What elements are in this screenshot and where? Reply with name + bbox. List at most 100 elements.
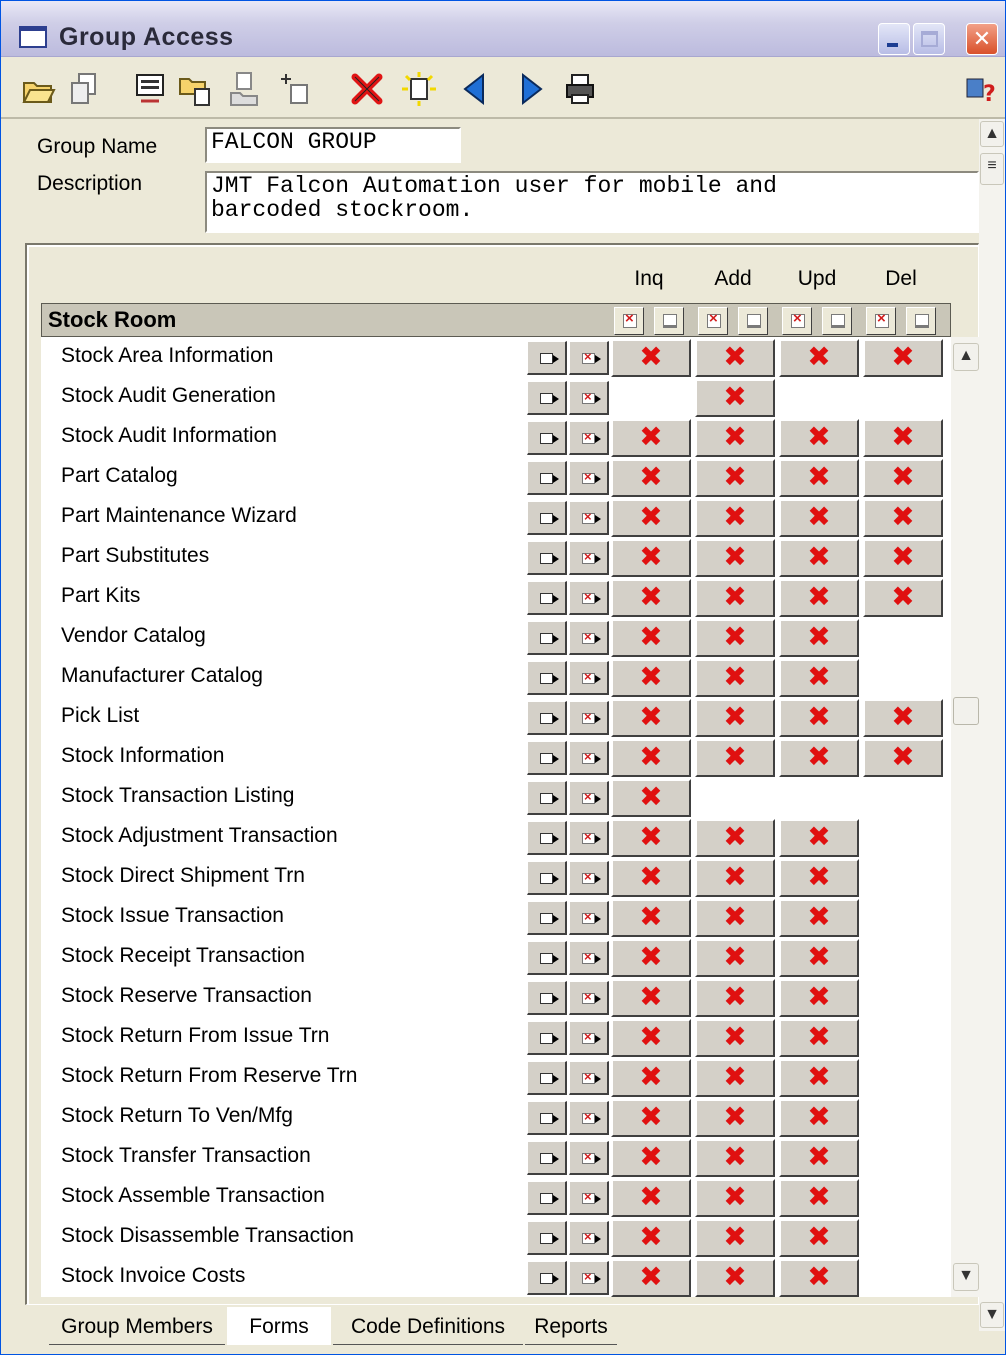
permission-inq-checkbox[interactable]: ✖ [611, 979, 691, 1017]
copy-icon[interactable] [67, 71, 103, 107]
permission-upd-checkbox[interactable]: ✖ [779, 1099, 859, 1137]
tab-reports[interactable]: Reports [525, 1307, 617, 1345]
next-icon[interactable] [513, 71, 549, 107]
row-open-button[interactable] [527, 741, 567, 775]
upd-set-all-button[interactable] [822, 307, 852, 335]
row-clear-button[interactable] [569, 1021, 609, 1055]
row-open-button[interactable] [527, 461, 567, 495]
permission-add-checkbox[interactable]: ✖ [695, 899, 775, 937]
upd-clear-all-button[interactable] [782, 307, 812, 335]
del-set-all-button[interactable] [906, 307, 936, 335]
permission-upd-checkbox[interactable]: ✖ [779, 539, 859, 577]
permission-add-checkbox[interactable]: ✖ [695, 819, 775, 857]
description-field[interactable]: JMT Falcon Automation user for mobile an… [205, 171, 979, 233]
permission-add-checkbox[interactable]: ✖ [695, 1099, 775, 1137]
row-open-button[interactable] [527, 381, 567, 415]
row-clear-button[interactable] [569, 1261, 609, 1295]
permission-upd-checkbox[interactable]: ✖ [779, 619, 859, 657]
help-icon[interactable]: ? [965, 71, 1001, 107]
row-clear-button[interactable] [569, 341, 609, 375]
permission-add-checkbox[interactable]: ✖ [695, 419, 775, 457]
row-clear-button[interactable] [569, 1101, 609, 1135]
add-icon[interactable] [277, 71, 313, 107]
permission-upd-checkbox[interactable]: ✖ [779, 1179, 859, 1217]
permission-upd-checkbox[interactable]: ✖ [779, 819, 859, 857]
permission-add-checkbox[interactable]: ✖ [695, 1259, 775, 1297]
grid-scrollbar[interactable]: ▲ ▼ [951, 337, 981, 1297]
permission-inq-checkbox[interactable]: ✖ [611, 339, 691, 377]
row-open-button[interactable] [527, 1181, 567, 1215]
open-file-icon[interactable] [177, 71, 213, 107]
row-open-button[interactable] [527, 981, 567, 1015]
close-button[interactable]: ✕ [966, 23, 998, 55]
delete-icon[interactable] [349, 71, 385, 107]
permission-upd-checkbox[interactable]: ✖ [779, 939, 859, 977]
permission-upd-checkbox[interactable]: ✖ [779, 579, 859, 617]
permission-inq-checkbox[interactable]: ✖ [611, 1099, 691, 1137]
permission-upd-checkbox[interactable]: ✖ [779, 1259, 859, 1297]
permission-inq-checkbox[interactable]: ✖ [611, 899, 691, 937]
permission-inq-checkbox[interactable]: ✖ [611, 659, 691, 697]
permission-add-checkbox[interactable]: ✖ [695, 939, 775, 977]
title-bar[interactable]: Group Access ✕ [1, 1, 1005, 57]
form-icon[interactable] [133, 71, 169, 107]
permission-inq-checkbox[interactable]: ✖ [611, 779, 691, 817]
row-clear-button[interactable] [569, 501, 609, 535]
row-clear-button[interactable] [569, 661, 609, 695]
permission-inq-checkbox[interactable]: ✖ [611, 1059, 691, 1097]
main-scrollbar[interactable]: ▲ ≡ ▼ [979, 119, 1005, 1331]
permission-inq-checkbox[interactable]: ✖ [611, 1019, 691, 1057]
permission-del-checkbox[interactable]: ✖ [863, 579, 943, 617]
permission-upd-checkbox[interactable]: ✖ [779, 1139, 859, 1177]
permission-inq-checkbox[interactable]: ✖ [611, 1179, 691, 1217]
tab-group-members[interactable]: Group Members [49, 1307, 225, 1345]
permission-upd-checkbox[interactable]: ✖ [779, 1059, 859, 1097]
add-clear-all-button[interactable] [698, 307, 728, 335]
permission-add-checkbox[interactable]: ✖ [695, 1219, 775, 1257]
row-open-button[interactable] [527, 701, 567, 735]
permission-del-checkbox[interactable]: ✖ [863, 739, 943, 777]
permission-inq-checkbox[interactable]: ✖ [611, 1219, 691, 1257]
row-clear-button[interactable] [569, 981, 609, 1015]
permission-upd-checkbox[interactable]: ✖ [779, 899, 859, 937]
permission-inq-checkbox[interactable]: ✖ [611, 1259, 691, 1297]
permission-inq-checkbox[interactable]: ✖ [611, 819, 691, 857]
row-clear-button[interactable] [569, 581, 609, 615]
permission-inq-checkbox[interactable]: ✖ [611, 699, 691, 737]
permission-add-checkbox[interactable]: ✖ [695, 659, 775, 697]
permission-add-checkbox[interactable]: ✖ [695, 1059, 775, 1097]
permission-del-checkbox[interactable]: ✖ [863, 699, 943, 737]
permission-upd-checkbox[interactable]: ✖ [779, 1019, 859, 1057]
row-clear-button[interactable] [569, 1061, 609, 1095]
permission-upd-checkbox[interactable]: ✖ [779, 339, 859, 377]
permission-upd-checkbox[interactable]: ✖ [779, 1219, 859, 1257]
permission-del-checkbox[interactable]: ✖ [863, 419, 943, 457]
scroll-thumb[interactable]: ≡ [980, 153, 1004, 185]
row-open-button[interactable] [527, 1261, 567, 1295]
grid-scroll-thumb[interactable] [953, 697, 979, 725]
permission-upd-checkbox[interactable]: ✖ [779, 859, 859, 897]
permission-add-checkbox[interactable]: ✖ [695, 1139, 775, 1177]
row-open-button[interactable] [527, 1221, 567, 1255]
grid-scroll-down-icon[interactable]: ▼ [953, 1263, 979, 1291]
row-open-button[interactable] [527, 1101, 567, 1135]
row-open-button[interactable] [527, 861, 567, 895]
inq-clear-all-button[interactable] [614, 307, 644, 335]
row-clear-button[interactable] [569, 461, 609, 495]
permission-upd-checkbox[interactable]: ✖ [779, 979, 859, 1017]
permission-add-checkbox[interactable]: ✖ [695, 699, 775, 737]
permission-del-checkbox[interactable]: ✖ [863, 499, 943, 537]
add-set-all-button[interactable] [738, 307, 768, 335]
row-open-button[interactable] [527, 501, 567, 535]
permission-add-checkbox[interactable]: ✖ [695, 619, 775, 657]
permission-inq-checkbox[interactable]: ✖ [611, 739, 691, 777]
previous-icon[interactable] [457, 71, 493, 107]
row-open-button[interactable] [527, 901, 567, 935]
tab-code-definitions[interactable]: Code Definitions [333, 1307, 523, 1345]
row-clear-button[interactable] [569, 421, 609, 455]
row-open-button[interactable] [527, 541, 567, 575]
row-open-button[interactable] [527, 821, 567, 855]
permission-upd-checkbox[interactable]: ✖ [779, 419, 859, 457]
new-icon[interactable] [401, 71, 437, 107]
permission-inq-checkbox[interactable]: ✖ [611, 859, 691, 897]
